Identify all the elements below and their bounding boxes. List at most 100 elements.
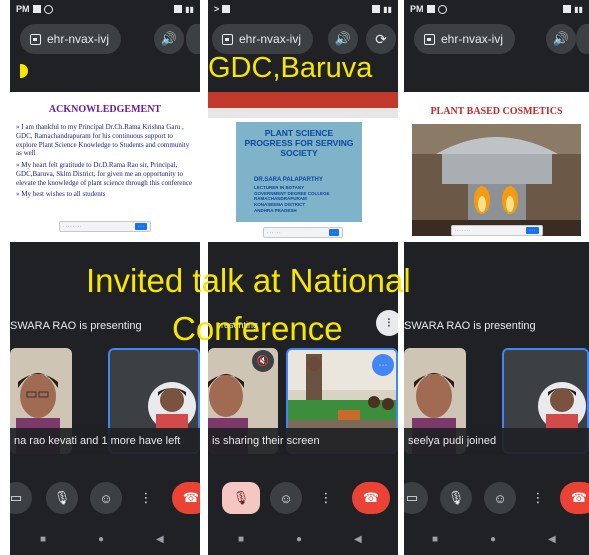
notification-icon — [32, 5, 41, 13]
slide-list: I am thankful to my Principal Dr.Ch.Rama… — [16, 123, 194, 199]
slide-speaker-block: DR.SARA PALAPARTHY LECTURER IN BOTANY GO… — [254, 177, 330, 214]
slide-title: PLANT SCIENCE PROGRESS FOR SERVING SOCIE… — [244, 128, 354, 159]
overlay-glyph-fragment — [20, 64, 28, 78]
pin-icon[interactable]: ⁝ — [376, 310, 398, 336]
status-bar: PM ▮▮ — [10, 0, 200, 18]
meeting-code-pill[interactable]: ehr-nvax-ivj — [20, 24, 122, 54]
speaker-detail: KONASEEMA DISTRICT — [254, 202, 306, 208]
android-nav-bar: ■ ● ◀ — [10, 532, 200, 552]
camera-toggle-button[interactable]: ▭ — [404, 482, 428, 514]
slide-list-item: I am thankful to my Principal Dr.Ch.Rama… — [16, 123, 194, 158]
nav-back-icon[interactable]: ◀ — [156, 534, 164, 545]
battery-icon — [174, 4, 183, 13]
nav-back-icon[interactable]: ◀ — [354, 534, 362, 545]
speaker-detail: LECTURER IN BOTANY — [254, 184, 305, 190]
status-icons: ▮▮ — [560, 4, 583, 14]
stop-sharing-button[interactable]: · · · — [526, 227, 539, 234]
nav-home-icon[interactable]: ● — [490, 534, 496, 545]
switch-camera-icon[interactable] — [186, 24, 200, 54]
muted-mic-icon: 🔇 — [252, 350, 274, 372]
shared-slide: PLANT BASED COSMETICS · · · · · · · · · … — [404, 92, 589, 242]
meeting-code-pill[interactable]: ehr-nvax-ivj — [212, 24, 314, 54]
meeting-code: ehr-nvax-ivj — [441, 32, 504, 46]
speaker-name: DR.SARA PALAPARTHY — [254, 176, 323, 183]
presenting-label: SWARA RAO is presenting — [10, 320, 142, 332]
event-caption-line-2: Conference — [172, 310, 343, 347]
share-bar-text: · · · · · · — [267, 230, 281, 235]
participant-notice: seelya pudi joined — [404, 428, 589, 454]
meeting-code: ehr-nvax-ivj — [47, 32, 110, 46]
status-time: > — [214, 4, 220, 14]
presenting-label: SWARA RAO is presenting — [404, 320, 536, 332]
meeting-code: ehr-nvax-ivj — [239, 32, 302, 46]
camera-toggle-button[interactable]: ▭ — [10, 482, 32, 514]
meet-top-bar: ehr-nvax-ivj 🔊 — [404, 22, 589, 56]
nav-home-icon[interactable]: ● — [98, 534, 104, 545]
battery-icon — [372, 4, 381, 13]
meet-top-bar: ehr-nvax-ivj 🔊 ⟳ — [208, 22, 398, 56]
speaker-icon[interactable]: 🔊 — [328, 24, 358, 54]
battery-icon — [563, 4, 572, 13]
android-nav-bar: ■ ● ◀ — [404, 532, 589, 552]
end-call-button[interactable]: ☎ — [172, 482, 200, 514]
notification-icon — [426, 5, 435, 13]
stop-sharing-button[interactable]: · · — [329, 229, 339, 236]
more-options-button[interactable]: ⋮ — [522, 482, 554, 514]
participant-notice: na rao kevati and 1 more have left — [10, 428, 200, 454]
status-bar: > ▮▮ — [208, 0, 398, 18]
audio-indicator-icon: ⋯ — [372, 354, 394, 376]
presentation-title-bar — [208, 92, 398, 108]
end-call-button[interactable]: ☎ — [352, 482, 390, 514]
mic-button[interactable]: 🎙 — [440, 482, 472, 514]
status-icons: ▮▮ — [171, 4, 194, 14]
sync-icon — [43, 4, 53, 14]
switch-camera-icon[interactable] — [576, 24, 589, 54]
speaker-icon[interactable]: 🔊 — [546, 24, 576, 54]
status-time: PM — [410, 4, 424, 14]
nav-recents-icon[interactable]: ■ — [40, 534, 46, 545]
mic-muted-button[interactable]: 🎙 — [222, 482, 260, 514]
sync-icon — [437, 4, 447, 14]
speaker-detail: ANDHRA PRADESH — [254, 208, 297, 214]
reactions-button[interactable]: ☺ — [90, 482, 122, 514]
share-bar-text: · · · · · · · — [454, 228, 471, 233]
speaker-detail: RAMACHANDRAPURAM — [254, 196, 307, 202]
android-nav-bar: ■ ● ◀ — [208, 532, 398, 552]
status-bar: PM ▮▮ — [404, 0, 589, 18]
shared-slide: ACKNOWLEDGEMENT I am thankful to my Prin… — [10, 92, 200, 242]
screen-share-bar: · · · · · · · · — [263, 227, 343, 238]
end-call-button[interactable]: ☎ — [560, 482, 589, 514]
status-icons: ▮▮ — [369, 4, 392, 14]
nav-recents-icon[interactable]: ■ — [238, 534, 244, 545]
nav-home-icon[interactable]: ● — [296, 534, 302, 545]
calendar-icon — [424, 33, 435, 45]
reactions-button[interactable]: ☺ — [484, 482, 516, 514]
stop-sharing-button[interactable]: · · · — [134, 223, 147, 230]
more-options-button[interactable]: ⋮ — [130, 482, 162, 514]
calendar-icon — [30, 33, 41, 45]
screen-share-bar: · · · · · · · · · · — [450, 225, 543, 236]
signal-icon: ▮▮ — [574, 4, 583, 14]
more-options-button[interactable]: ⋮ — [310, 482, 342, 514]
slide-body: PLANT SCIENCE PROGRESS FOR SERVING SOCIE… — [236, 122, 362, 222]
switch-camera-icon[interactable]: ⟳ — [366, 24, 396, 54]
signal-icon: ▮▮ — [383, 4, 392, 14]
speaker-icon[interactable]: 🔊 — [154, 24, 184, 54]
participant-notice: is sharing their screen — [208, 428, 398, 454]
speaker-detail: GOVERNMENT DEGREE COLLEGE — [254, 190, 330, 196]
college-caption: GDC,Baruva — [208, 52, 373, 84]
meet-top-bar: ehr-nvax-ivj 🔊 — [10, 22, 200, 56]
event-caption-line-1: Invited talk at National — [86, 262, 411, 299]
screenshot-panel-3: PM ▮▮ ehr-nvax-ivj 🔊 PLANT BASED COSMETI… — [404, 0, 589, 555]
meeting-code-pill[interactable]: ehr-nvax-ivj — [414, 24, 516, 54]
mic-button[interactable]: 🎙 — [46, 482, 78, 514]
share-bar-text: · · · · · · · · — [63, 224, 82, 229]
status-time: PM — [16, 4, 30, 14]
slide-photo — [412, 124, 581, 236]
slide-list-item: My heart felt gratitude to Dr.D.Rama Rao… — [16, 161, 194, 187]
slide-title: PLANT BASED COSMETICS — [430, 106, 563, 117]
nav-back-icon[interactable]: ◀ — [548, 534, 556, 545]
reactions-button[interactable]: ☺ — [270, 482, 302, 514]
presentation-ribbon — [208, 108, 398, 118]
nav-recents-icon[interactable]: ■ — [432, 534, 438, 545]
